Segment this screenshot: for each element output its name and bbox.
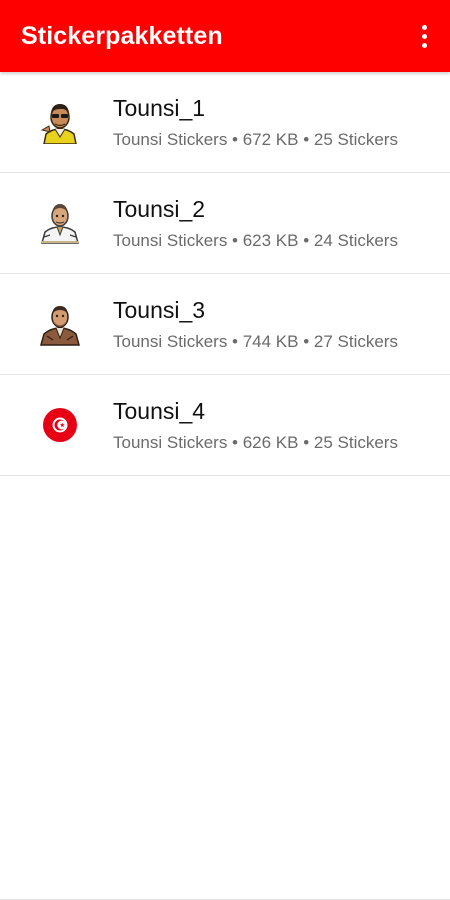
sticker-pack-meta: Tounsi Stickers • 623 KB • 24 Stickers bbox=[113, 230, 398, 250]
app-screen: Stickerpakketten Tounsi_1 Tounsi Sticker… bbox=[0, 0, 450, 900]
sticker-pack-text: Tounsi_3 Tounsi Stickers • 744 KB • 27 S… bbox=[113, 296, 450, 353]
tunisia-flag-icon bbox=[43, 408, 77, 442]
sticker-pack-meta: Tounsi Stickers • 626 KB • 25 Stickers bbox=[113, 432, 398, 452]
more-options-icon-dot bbox=[421, 33, 427, 39]
sticker-pack-text: Tounsi_2 Tounsi Stickers • 623 KB • 24 S… bbox=[113, 195, 450, 252]
sticker-pack-name: Tounsi_3 bbox=[113, 296, 206, 323]
more-options-icon-dot bbox=[421, 42, 427, 48]
app-bar: Stickerpakketten bbox=[0, 0, 450, 72]
more-options-icon bbox=[421, 24, 427, 30]
sticker-man-yellow-shirt-icon bbox=[40, 104, 77, 144]
app-bar-title: Stickerpakketten bbox=[21, 21, 223, 50]
sticker-pack-meta: Tounsi Stickers • 744 KB • 27 Stickers bbox=[113, 331, 398, 351]
sticker-pack-item[interactable]: Tounsi_3 Tounsi Stickers • 744 KB • 27 S… bbox=[0, 274, 450, 375]
sticker-pack-item[interactable]: Tounsi_1 Tounsi Stickers • 672 KB • 25 S… bbox=[0, 72, 450, 173]
sticker-pack-name: Tounsi_2 bbox=[113, 195, 206, 222]
more-options-button[interactable] bbox=[412, 18, 436, 54]
sticker-man-white-suit-icon bbox=[41, 204, 79, 244]
sticker-pack-text: Tounsi_1 Tounsi Stickers • 672 KB • 25 S… bbox=[113, 94, 450, 151]
sticker-pack-list: Tounsi_1 Tounsi Stickers • 672 KB • 25 S… bbox=[0, 72, 450, 476]
sticker-pack-name: Tounsi_4 bbox=[113, 397, 206, 424]
sticker-man-brown-jacket-icon bbox=[40, 306, 80, 346]
sticker-pack-meta: Tounsi Stickers • 672 KB • 25 Stickers bbox=[113, 129, 398, 149]
sticker-pack-item[interactable]: Tounsi_4 Tounsi Stickers • 626 KB • 25 S… bbox=[0, 375, 450, 476]
sticker-pack-text: Tounsi_4 Tounsi Stickers • 626 KB • 25 S… bbox=[113, 397, 450, 454]
sticker-pack-name: Tounsi_1 bbox=[113, 94, 206, 121]
sticker-pack-item[interactable]: Tounsi_2 Tounsi Stickers • 623 KB • 24 S… bbox=[0, 173, 450, 274]
